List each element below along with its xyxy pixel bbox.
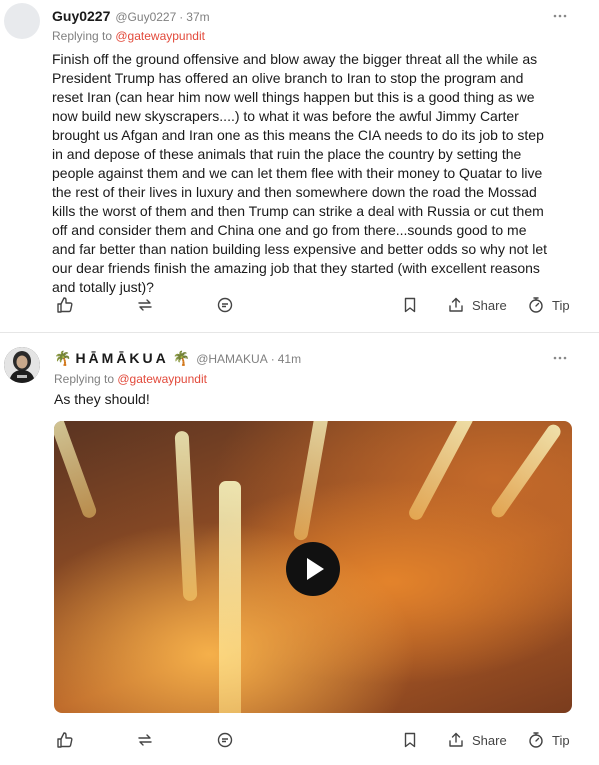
comment-text: As they should! <box>54 391 150 407</box>
comment-icon <box>216 731 234 749</box>
palm-tree-icon: 🌴 <box>54 350 72 366</box>
like-icon <box>56 296 74 314</box>
share-icon <box>447 296 465 314</box>
replying-prefix: Replying to <box>54 372 118 386</box>
video-thumbnail[interactable] <box>54 421 572 713</box>
replying-to: Replying to @gatewaypundit <box>54 372 207 386</box>
restack-icon <box>136 731 154 749</box>
comment-guy0227: Guy0227 @Guy0227 · 37m Replying to @gate… <box>0 0 599 330</box>
more-icon[interactable] <box>552 8 568 24</box>
bookmark-button[interactable] <box>401 731 419 749</box>
share-label: Share <box>472 732 507 748</box>
video-light-beam <box>174 430 198 602</box>
separator-dot: · <box>270 352 275 366</box>
share-button[interactable]: Share <box>447 296 507 314</box>
comment-header: 🌴 HĀMĀKUA 🌴 @HAMAKUA · 41m <box>54 350 301 367</box>
restack-icon <box>136 296 154 314</box>
share-button[interactable]: Share <box>447 731 507 749</box>
like-icon <box>56 731 74 749</box>
separator-dot: · <box>179 10 184 24</box>
video-light-beam <box>292 421 330 542</box>
video-light-beam <box>54 421 99 520</box>
tip-icon <box>527 731 545 749</box>
bookmark-icon <box>401 731 419 749</box>
like-button[interactable] <box>56 731 74 749</box>
share-label: Share <box>472 297 507 313</box>
bookmark-icon <box>401 296 419 314</box>
comment-button[interactable] <box>216 731 234 749</box>
action-bar: Share Tip <box>50 731 575 755</box>
tip-button[interactable]: Tip <box>527 731 570 749</box>
author-handle[interactable]: @Guy0227 <box>115 10 176 24</box>
tip-icon <box>527 296 545 314</box>
avatar[interactable] <box>4 347 40 383</box>
comment-button[interactable] <box>216 296 234 314</box>
comment-header: Guy0227 @Guy0227 · 37m <box>52 8 210 24</box>
video-light-beam <box>219 481 241 713</box>
tip-label: Tip <box>552 297 570 313</box>
bookmark-button[interactable] <box>401 296 419 314</box>
video-light-beam <box>406 421 476 523</box>
like-button[interactable] <box>56 296 74 314</box>
palm-tree-icon: 🌴 <box>172 350 191 366</box>
share-icon <box>447 731 465 749</box>
timestamp[interactable]: 41m <box>278 352 301 366</box>
comment-hamakua: 🌴 HĀMĀKUA 🌴 @HAMAKUA · 41m Replying to @… <box>0 333 599 765</box>
restack-button[interactable] <box>136 296 154 314</box>
replying-to-link[interactable]: @gatewaypundit <box>115 29 205 43</box>
play-icon[interactable] <box>286 542 340 596</box>
author-name[interactable]: Guy0227 <box>52 8 110 24</box>
timestamp[interactable]: 37m <box>186 10 209 24</box>
author-handle[interactable]: @HAMAKUA <box>196 352 268 366</box>
action-bar: Share Tip <box>50 296 575 320</box>
comment-icon <box>216 296 234 314</box>
replying-to: Replying to @gatewaypundit <box>52 29 205 43</box>
tip-button[interactable]: Tip <box>527 296 570 314</box>
restack-button[interactable] <box>136 731 154 749</box>
more-icon[interactable] <box>552 350 568 366</box>
video-light-beam <box>488 421 564 521</box>
replying-prefix: Replying to <box>52 29 116 43</box>
replying-to-link[interactable]: @gatewaypundit <box>117 372 207 386</box>
comment-text: Finish off the ground offensive and blow… <box>52 51 547 295</box>
avatar[interactable] <box>4 3 40 39</box>
tip-label: Tip <box>552 732 570 748</box>
author-name[interactable]: HĀMĀKUA <box>75 350 168 366</box>
